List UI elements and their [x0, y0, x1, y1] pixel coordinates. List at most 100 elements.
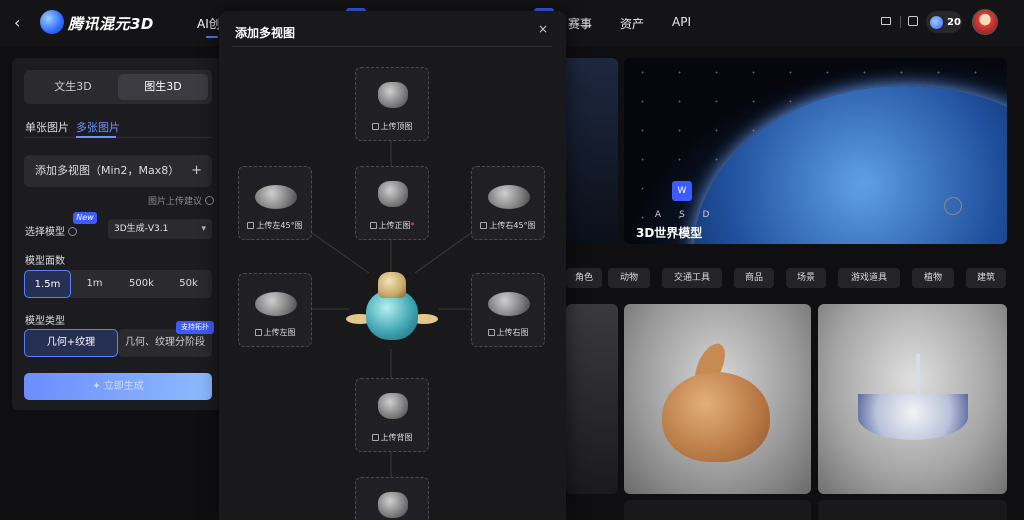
- upload-slot-label: 上传背图: [356, 432, 428, 443]
- credit-balance[interactable]: 20: [926, 11, 962, 33]
- upload-icon: [480, 222, 488, 229]
- model-select-value: 3D生成-V3.1: [114, 224, 169, 234]
- model-thumbnail: [255, 185, 297, 209]
- boat-model-image: [858, 394, 968, 440]
- upload-icon: [371, 123, 379, 130]
- gallery-card-boat[interactable]: [818, 304, 1007, 494]
- face-option-500k[interactable]: 500k: [118, 270, 165, 298]
- new-badge: New: [73, 212, 97, 224]
- model-type-label: 模型类型: [25, 316, 65, 327]
- add-multiview-button[interactable]: 添加多视图（Min2，Max8） +: [24, 155, 212, 187]
- gallery-card[interactable]: [566, 304, 618, 494]
- nav-item-ai-create[interactable]: AI创: [197, 15, 221, 32]
- category-vehicle[interactable]: 交通工具: [662, 268, 722, 288]
- info-icon: [205, 196, 215, 205]
- gallery-card[interactable]: [624, 500, 811, 520]
- generate-button[interactable]: ✦ 立即生成: [24, 373, 212, 400]
- upload-slot-text: 上传右图: [496, 328, 529, 337]
- upload-slot-front[interactable]: 上传正图*: [355, 166, 429, 240]
- tab-image-to-3d[interactable]: 图生3D: [118, 74, 208, 100]
- banner-prev[interactable]: [566, 58, 618, 244]
- mode-toggle: 文生3D 图生3D: [24, 70, 212, 104]
- model-thumbnail: [378, 181, 408, 207]
- upload-slot-right[interactable]: 上传右图: [471, 273, 545, 347]
- face-option-1-5m[interactable]: 1.5m: [24, 270, 71, 298]
- upload-slot-text: 上传顶图: [380, 122, 413, 131]
- divider: [900, 16, 901, 28]
- gallery-card-rabbit[interactable]: [624, 304, 811, 494]
- credit-value: 20: [947, 16, 961, 28]
- reference-model-image: [346, 268, 438, 350]
- upload-slot-label: 上传左45°图: [239, 220, 311, 231]
- subtab-multi-image[interactable]: 多张图片: [76, 119, 120, 135]
- type-option-geometry-texture[interactable]: 几何+纹理: [24, 329, 118, 357]
- upload-slot-label: 上传右45°图: [472, 220, 544, 231]
- tab-text-to-3d[interactable]: 文生3D: [28, 74, 118, 100]
- category-scene[interactable]: 场景: [786, 268, 826, 288]
- nav-active-indicator: [206, 36, 218, 38]
- upload-slot-label: 上传顶图: [356, 121, 428, 132]
- face-option-1m[interactable]: 1m: [71, 270, 118, 298]
- face-count-group: 1.5m 1m 500k 50k: [24, 270, 212, 298]
- upload-hint-text: 图片上传建议: [148, 197, 203, 207]
- face-count-label: 模型面数: [25, 256, 65, 267]
- upload-icon: [369, 222, 377, 229]
- gallery-card[interactable]: [818, 500, 1007, 520]
- category-game-props[interactable]: 游戏道具: [838, 268, 900, 288]
- upload-hint-link[interactable]: 图片上传建议: [148, 194, 215, 207]
- upload-slot-right45[interactable]: 上传右45°图: [471, 166, 545, 240]
- info-icon: [68, 227, 77, 236]
- subtab-single-image[interactable]: 单张图片: [25, 119, 69, 135]
- coin-icon: [930, 15, 943, 29]
- upload-slot-label: 上传左图: [239, 327, 311, 338]
- category-architecture[interactable]: 建筑: [966, 268, 1006, 288]
- model-label-text: 选择模型: [25, 227, 65, 238]
- nav-item-assets[interactable]: 资产: [620, 15, 644, 32]
- brand-logo-icon: [40, 10, 64, 34]
- category-plant[interactable]: 植物: [912, 268, 954, 288]
- rabbit-model-image: [662, 372, 770, 462]
- avatar[interactable]: [972, 9, 998, 35]
- key-a: A: [654, 210, 662, 220]
- nav-item-api[interactable]: API: [672, 15, 691, 29]
- model-thumbnail: [378, 393, 408, 419]
- upload-slot-left45[interactable]: 上传左45°图: [238, 166, 312, 240]
- face-option-50k[interactable]: 50k: [165, 270, 212, 298]
- upload-slot-bottom[interactable]: [355, 477, 429, 520]
- required-marker: *: [410, 221, 415, 230]
- upload-slot-top[interactable]: 上传顶图: [355, 67, 429, 141]
- key-d: D: [702, 210, 710, 220]
- gift-icon[interactable]: [908, 16, 918, 26]
- upload-slot-label: 上传正图*: [356, 220, 428, 231]
- upload-slot-text: 上传右45°图: [489, 221, 536, 230]
- model-part: [378, 272, 406, 298]
- banner-control-icon[interactable]: [944, 197, 962, 215]
- category-character[interactable]: 角色: [566, 268, 602, 288]
- upload-icon: [487, 329, 495, 336]
- upload-icon: [254, 329, 262, 336]
- brand-name: 腾讯混元3D: [68, 15, 154, 33]
- key-w: W: [672, 181, 692, 201]
- category-animal[interactable]: 动物: [608, 268, 650, 288]
- plus-icon: +: [191, 163, 202, 178]
- upload-slot-text: 上传正图: [378, 221, 411, 230]
- upload-slot-back[interactable]: 上传背图: [355, 378, 429, 452]
- model-thumbnail: [378, 82, 408, 108]
- upload-slot-text: 上传背图: [380, 433, 413, 442]
- upload-slot-left[interactable]: 上传左图: [238, 273, 312, 347]
- support-topology-badge: 支持拓扑: [176, 321, 214, 334]
- upload-slot-text: 上传左图: [263, 328, 296, 337]
- nav-item-events[interactable]: 赛事: [568, 15, 592, 32]
- model-thumbnail: [488, 185, 530, 209]
- model-label: 选择模型: [25, 223, 77, 238]
- hero-title: 3D世界模型: [636, 226, 703, 240]
- upload-slot-label: 上传右图: [472, 327, 544, 338]
- model-select[interactable]: 3D生成-V3.1 ▾: [108, 219, 212, 239]
- chevron-left-icon[interactable]: ‹: [14, 14, 30, 32]
- mail-icon[interactable]: [881, 17, 891, 25]
- add-multiview-label: 添加多视图（Min2，Max8）: [35, 164, 180, 177]
- subtab-active-indicator: [76, 136, 116, 138]
- upload-icon: [371, 434, 379, 441]
- model-thumbnail: [488, 292, 530, 316]
- category-product[interactable]: 商品: [734, 268, 774, 288]
